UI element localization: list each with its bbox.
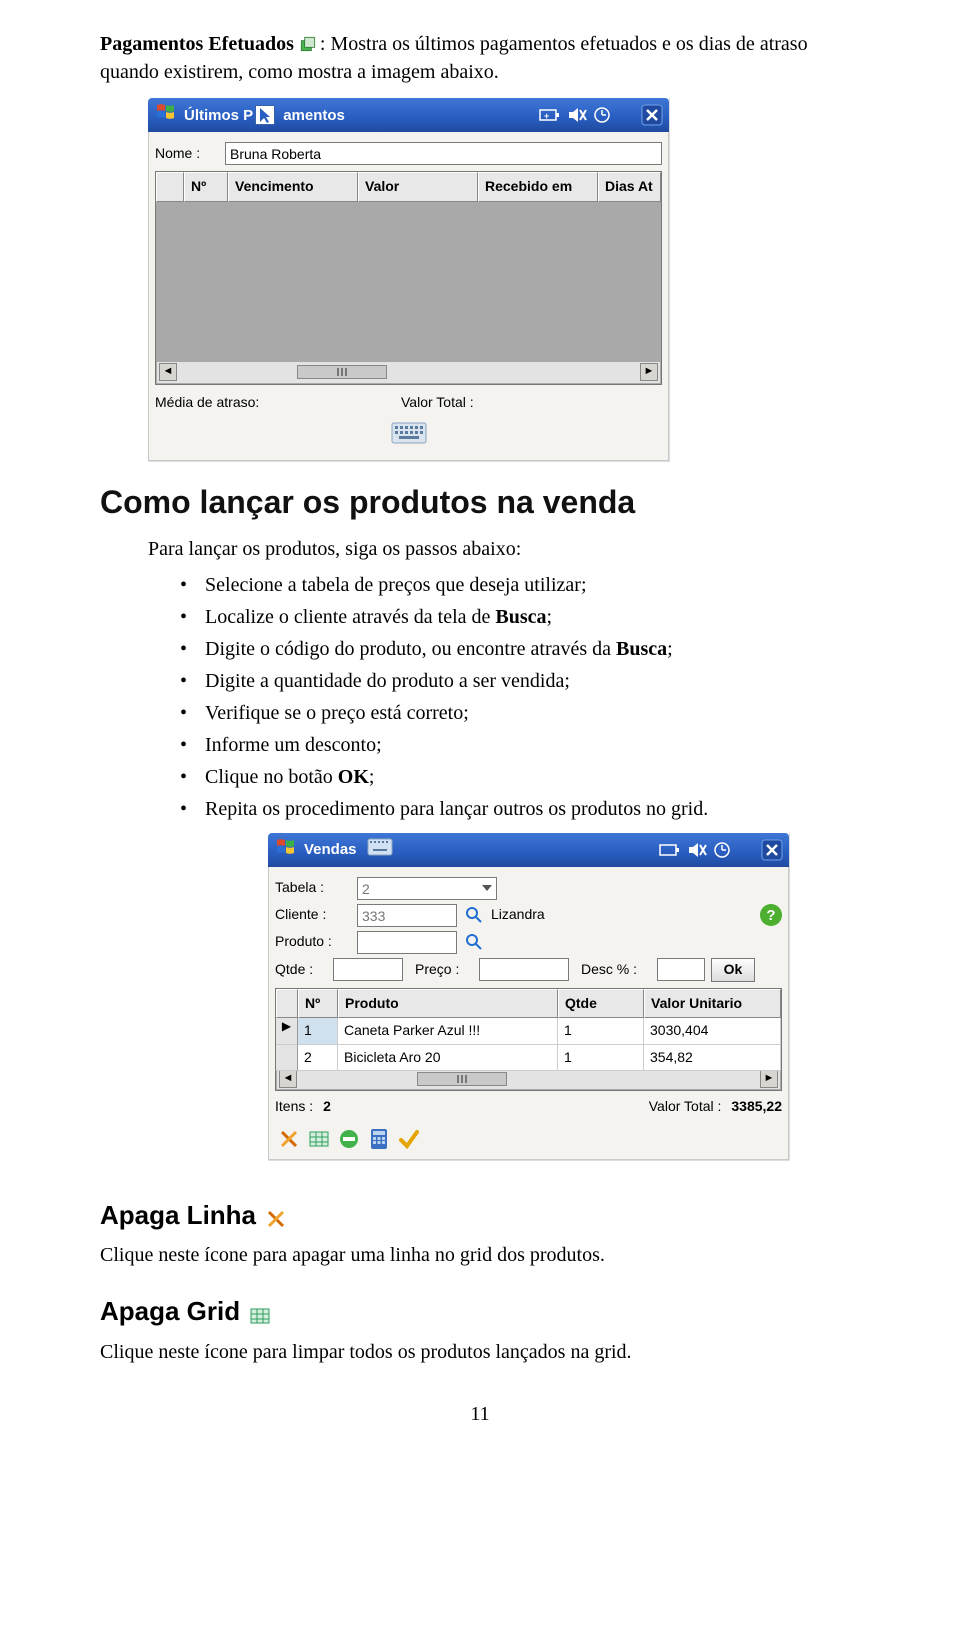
steps-list: Selecione a tabela de preços que deseja …	[100, 571, 860, 823]
close-icon[interactable]	[761, 839, 783, 861]
col-no[interactable]: Nº	[298, 989, 338, 1019]
valor-total-label: Valor Total :	[401, 393, 474, 413]
col-produto[interactable]: Produto	[338, 989, 558, 1019]
list-item: Informe um desconto;	[180, 731, 860, 759]
clear-grid-icon	[249, 1305, 271, 1327]
cliente-label: Cliente :	[275, 905, 351, 925]
bullets-intro: Para lançar os produtos, siga os passos …	[100, 535, 860, 563]
battery-icon[interactable]: +	[539, 107, 561, 123]
apaga-linha-text: Clique neste ícone para apagar uma linha…	[100, 1241, 860, 1269]
preco-label: Preço :	[415, 960, 473, 980]
desc-field[interactable]	[657, 958, 705, 981]
icon-toolbar	[275, 1121, 782, 1151]
delete-row-icon	[265, 1208, 287, 1230]
desc-label: Desc % :	[581, 960, 651, 980]
horizontal-scrollbar[interactable]: ◄ ►	[156, 362, 661, 384]
window-title-right: amentos	[283, 105, 345, 126]
help-icon[interactable]: ?	[760, 904, 782, 926]
list-item: Clique no botão OK;	[180, 763, 860, 791]
battery-icon[interactable]	[659, 842, 681, 858]
intro-paragraph: Pagamentos Efetuados : Mostra os últimos…	[100, 30, 860, 86]
nome-field[interactable]: Bruna Roberta	[225, 142, 662, 165]
delete-row-icon[interactable]	[277, 1127, 301, 1151]
close-icon[interactable]	[641, 104, 663, 126]
volume-icon[interactable]	[687, 842, 707, 858]
check-icon[interactable]	[397, 1127, 421, 1151]
clock-icon[interactable]	[593, 106, 611, 124]
search-icon[interactable]	[463, 931, 485, 953]
titlebar-vendas: Vendas	[268, 833, 789, 867]
tabela-dropdown[interactable]: 2	[357, 877, 497, 900]
scroll-right-button[interactable]: ►	[640, 363, 658, 381]
volume-icon[interactable]	[567, 107, 587, 123]
minus-icon[interactable]	[337, 1127, 361, 1151]
heading-apaga-grid: Apaga Grid	[100, 1293, 240, 1329]
cliente-code-field[interactable]: 333	[357, 904, 457, 927]
itens-value: 2	[323, 1097, 331, 1117]
keyboard-icon[interactable]	[391, 422, 427, 450]
list-item: Selecione a tabela de preços que deseja …	[180, 571, 860, 599]
total-value: 3385,22	[731, 1097, 782, 1117]
window-title-vendas: Vendas	[304, 839, 357, 860]
window-vendas: Vendas Tabela : 2 Cliente : 333 Lizandra…	[268, 833, 790, 1161]
table-row[interactable]: 2 Bicicleta Aro 20 1 354,82	[276, 1045, 781, 1072]
total-label: Valor Total :	[649, 1097, 722, 1117]
page-number: 11	[100, 1400, 860, 1428]
scroll-thumb[interactable]	[297, 365, 387, 379]
window-ultimos-pagamentos: Últimos P amentos + Nome : Bruna Roberta…	[148, 98, 670, 462]
paper-stack-icon	[298, 34, 320, 56]
preco-field[interactable]	[479, 958, 569, 981]
scroll-thumb[interactable]	[417, 1072, 507, 1086]
produto-label: Produto :	[275, 932, 351, 952]
col-no[interactable]: Nº	[184, 172, 228, 202]
window-title-left: Últimos P	[184, 105, 253, 126]
svg-text:+: +	[544, 111, 549, 121]
produto-field[interactable]	[357, 931, 457, 954]
list-item: Localize o cliente através da tela de Bu…	[180, 603, 860, 631]
windows-flag-icon	[154, 100, 178, 130]
list-item: Repita os procedimento para lançar outro…	[180, 795, 860, 823]
ok-button[interactable]: Ok	[711, 958, 755, 982]
cursor-icon	[255, 105, 275, 125]
itens-label: Itens :	[275, 1097, 313, 1117]
clear-grid-icon[interactable]	[307, 1127, 331, 1151]
grid-body-empty	[156, 202, 661, 362]
pagamentos-grid: Nº Vencimento Valor Recebido em Dias At …	[155, 171, 662, 385]
apaga-grid-text: Clique neste ícone para limpar todos os …	[100, 1338, 860, 1366]
heading-apaga-linha: Apaga Linha	[100, 1197, 256, 1233]
list-item: Digite a quantidade do produto a ser ven…	[180, 667, 860, 695]
qtde-label: Qtde :	[275, 960, 327, 980]
table-row[interactable]: ▶ 1 Caneta Parker Azul !!! 1 3030,404	[276, 1018, 781, 1045]
cliente-name: Lizandra	[491, 905, 754, 925]
col-recebido[interactable]: Recebido em	[478, 172, 598, 202]
media-atraso-label: Média de atraso:	[155, 393, 395, 413]
col-valor-unit[interactable]: Valor Unitario	[644, 989, 781, 1019]
calculator-icon[interactable]	[367, 1127, 391, 1151]
windows-flag-icon	[274, 835, 298, 865]
scroll-left-button[interactable]: ◄	[279, 1070, 297, 1088]
search-icon[interactable]	[463, 904, 485, 926]
titlebar: Últimos P amentos +	[148, 98, 669, 132]
col-valor[interactable]: Valor	[358, 172, 478, 202]
qtde-field[interactable]	[333, 958, 403, 981]
intro-lead-bold: Pagamentos Efetuados	[100, 33, 294, 55]
heading-como-lancar: Como lançar os produtos na venda	[100, 480, 860, 525]
scroll-right-button[interactable]: ►	[760, 1070, 778, 1088]
col-vencimento[interactable]: Vencimento	[228, 172, 358, 202]
clock-icon[interactable]	[713, 841, 731, 859]
scroll-left-button[interactable]: ◄	[159, 363, 177, 381]
tabela-label: Tabela :	[275, 878, 351, 898]
list-item: Digite o código do produto, ou encontre …	[180, 635, 860, 663]
list-item: Verifique se o preço está correto;	[180, 699, 860, 727]
vendas-grid: Nº Produto Qtde Valor Unitario ▶ 1 Canet…	[275, 988, 782, 1092]
col-qtde[interactable]: Qtde	[558, 989, 644, 1019]
nome-label: Nome :	[155, 144, 219, 164]
horizontal-scrollbar[interactable]: ◄ ►	[276, 1068, 781, 1090]
keyboard-small-icon[interactable]	[367, 838, 393, 862]
col-dias[interactable]: Dias At	[598, 172, 661, 202]
